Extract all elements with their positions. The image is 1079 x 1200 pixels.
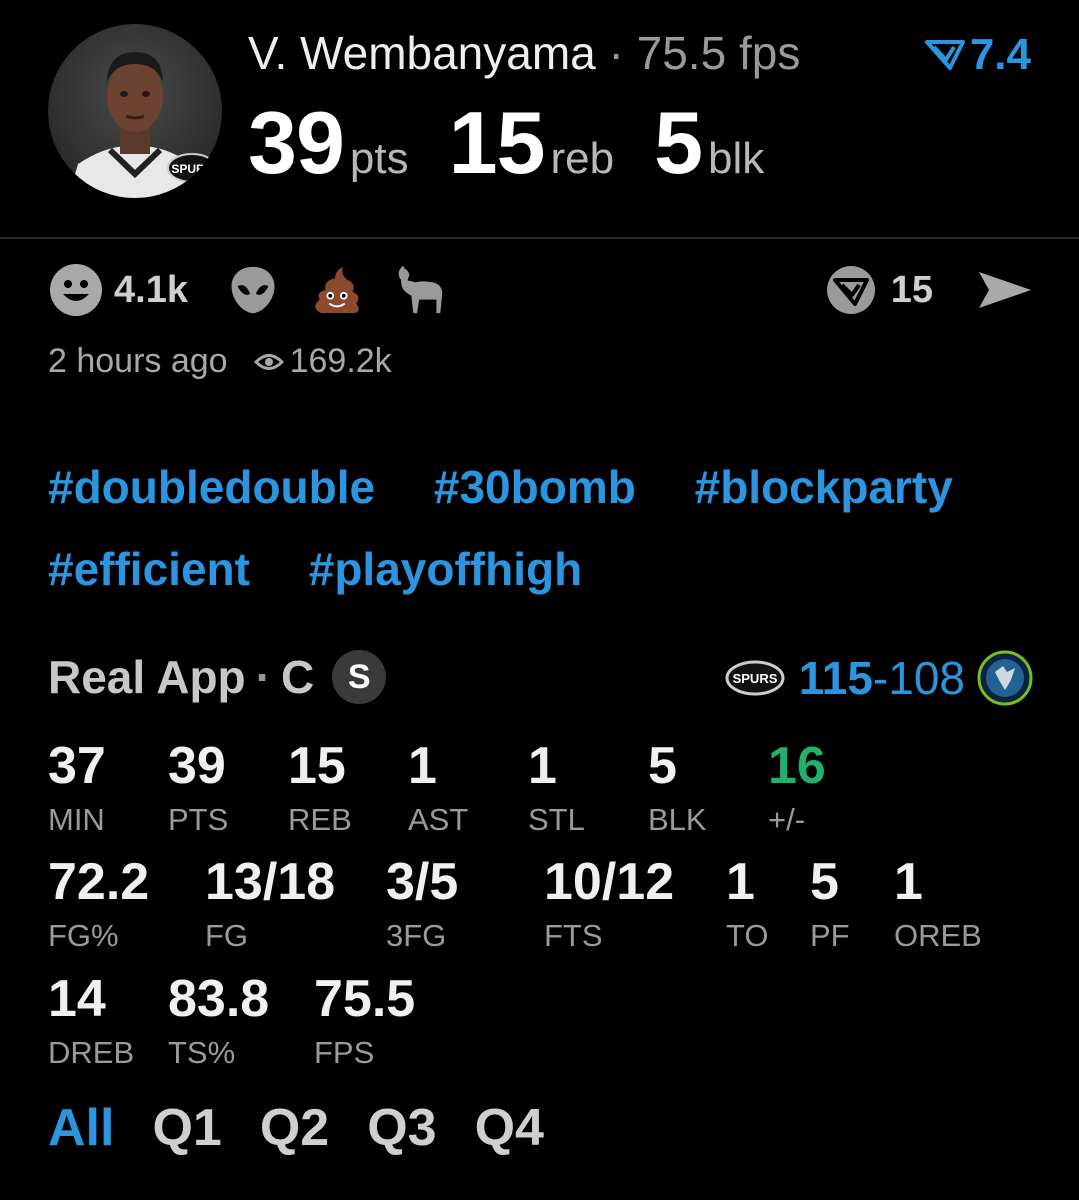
hashtag[interactable]: #doubledouble — [48, 446, 375, 528]
smile-icon[interactable] — [48, 262, 104, 318]
source-separator: · — [255, 651, 271, 703]
player-photo: SPURS — [68, 52, 217, 198]
post-meta: 2 hours ago 169.2k — [48, 342, 392, 381]
view-count: 169.2k — [253, 342, 392, 381]
home-score: 115 — [798, 652, 873, 704]
views-value: 169.2k — [289, 342, 392, 380]
stat-cell: 3/5 3FG — [386, 853, 459, 953]
tab-q4[interactable]: Q4 — [475, 1098, 544, 1158]
player-title: V. Wembanyama · 75.5 fps — [248, 26, 800, 80]
alien-icon[interactable] — [226, 263, 280, 317]
rating-badge[interactable]: 7.4 — [924, 30, 1031, 80]
stat-cell: 13/18 FG — [205, 853, 336, 953]
spurs-logo-icon: SPURS — [725, 660, 785, 696]
headline-stat-unit: pts — [349, 134, 409, 183]
status-badge: S — [332, 650, 387, 704]
stat-cell: 5 BLK — [648, 737, 707, 837]
stat-cell: 5 PF — [810, 853, 850, 953]
headline-stat-unit: reb — [550, 134, 615, 183]
hashtag[interactable]: #blockparty — [695, 446, 953, 528]
stat-cell: 72.2 FG% — [48, 853, 150, 953]
stat-cell-plus-minus: 16 +/- — [768, 737, 826, 837]
send-icon[interactable] — [977, 268, 1033, 312]
hashtag[interactable]: #playoffhigh — [309, 528, 582, 610]
player-name[interactable]: V. Wembanyama — [248, 27, 596, 79]
time-ago: 2 hours ago — [48, 342, 228, 380]
player-avatar[interactable]: SPURS — [48, 24, 222, 198]
rating-value: 7.4 — [969, 30, 1031, 79]
game-score[interactable]: SPURS 115 - 108 — [725, 650, 1033, 706]
goat-icon[interactable] — [394, 263, 448, 317]
divider — [0, 237, 1079, 239]
coin-count: 15 — [890, 268, 933, 311]
fps-text: 75.5 fps — [636, 27, 801, 79]
tab-q1[interactable]: Q1 — [152, 1098, 221, 1158]
away-score: 108 — [888, 652, 965, 704]
tab-q2[interactable]: Q2 — [260, 1098, 329, 1158]
stat-cell: 10/12 FTS — [544, 853, 675, 953]
poop-icon[interactable] — [310, 263, 364, 317]
stat-cell: 1 OREB — [894, 853, 982, 953]
real-logo-icon — [924, 40, 965, 70]
stat-cell: 1 STL — [528, 737, 585, 837]
headline-stat-value: 39 — [248, 93, 345, 192]
stat-cell: 37 MIN — [48, 737, 106, 837]
headline-stat-value: 15 — [448, 93, 546, 192]
eye-icon — [253, 353, 284, 370]
source-name: Real App — [48, 651, 246, 703]
headline-stat-unit: blk — [708, 134, 765, 183]
real-coin-icon[interactable] — [825, 264, 877, 316]
stat-cell: 1 TO — [726, 853, 769, 953]
stat-cell: 14 DREB — [48, 970, 135, 1070]
stat-cell: 75.5 FPS — [314, 970, 416, 1070]
title-separator: · — [608, 27, 624, 79]
headline-stats: 39 pts 15 reb 5 blk — [248, 92, 804, 194]
hashtag[interactable]: #30bomb — [434, 446, 636, 528]
reaction-bar: 4.1k — [48, 262, 478, 318]
svg-text:SPURS: SPURS — [171, 162, 212, 176]
stat-cell: 83.8 TS% — [168, 970, 270, 1070]
stat-cell: 1 AST — [408, 737, 469, 837]
stat-cell: 15 REB — [288, 737, 352, 837]
timberwolves-logo-icon — [977, 650, 1033, 706]
hashtag-list: #doubledouble #30bomb #blockparty #effic… — [48, 446, 1038, 610]
stat-cell: 39 PTS — [168, 737, 229, 837]
smile-count: 4.1k — [114, 268, 188, 311]
post-actions: 15 — [825, 262, 1033, 318]
game-source: Real App · C S — [48, 650, 387, 704]
score-dash: - — [872, 652, 889, 704]
svg-text:SPURS: SPURS — [732, 671, 777, 686]
period-tabs: All Q1 Q2 Q3 Q4 — [48, 1098, 544, 1158]
tab-q3[interactable]: Q3 — [367, 1098, 436, 1158]
spurs-logo: SPURS — [167, 153, 217, 183]
tab-all[interactable]: All — [48, 1098, 114, 1158]
hashtag[interactable]: #efficient — [48, 528, 250, 610]
headline-stat-value: 5 — [654, 93, 703, 192]
player-position: C — [280, 651, 315, 703]
